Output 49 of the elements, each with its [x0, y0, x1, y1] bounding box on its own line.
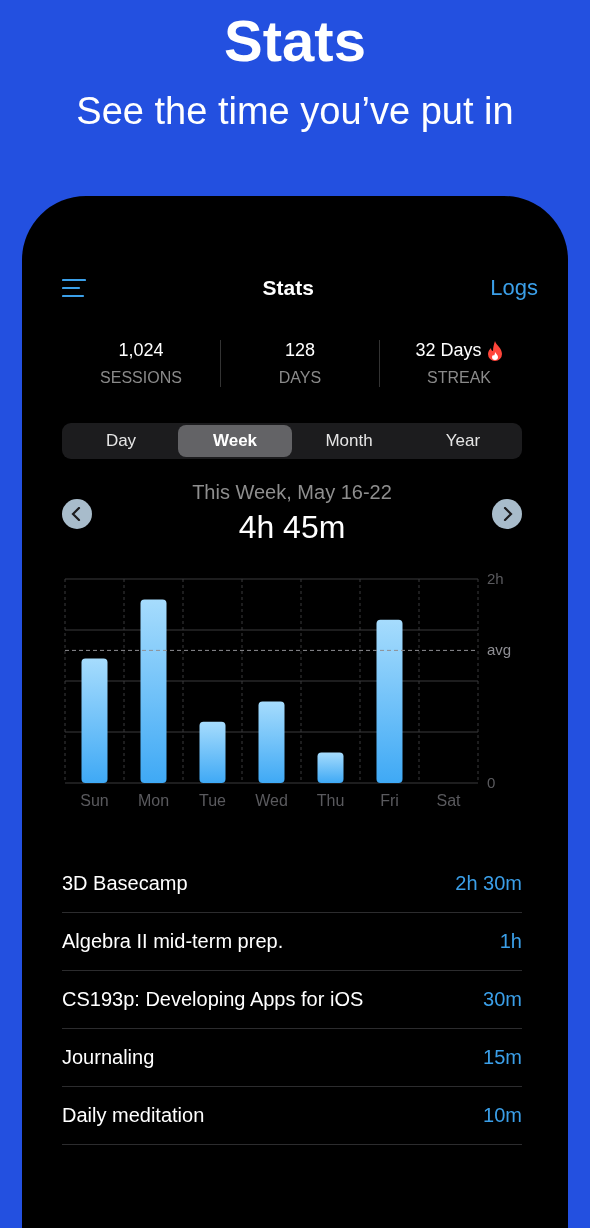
day-label: Thu	[316, 792, 345, 809]
project-name: 3D Basecamp	[62, 872, 188, 895]
period-tab[interactable]: Day	[64, 425, 178, 457]
day-label: Sat	[436, 792, 461, 809]
project-time: 15m	[483, 1046, 522, 1069]
flame-icon	[486, 340, 503, 361]
project-row[interactable]: Journaling 15m	[62, 1029, 522, 1087]
previous-button[interactable]	[62, 499, 92, 529]
chevron-right-icon	[501, 507, 513, 521]
headline-subtitle: See the time you’ve put in	[76, 89, 514, 134]
nav-title: Stats	[262, 276, 314, 300]
stat-value: 128	[284, 340, 315, 361]
period-label: This Week, May 16-22	[192, 480, 392, 505]
headline-title: Stats	[224, 8, 366, 74]
project-time: 10m	[483, 1104, 522, 1127]
project-time: 2h 30m	[455, 872, 522, 895]
axis-tick-label: 0	[487, 774, 496, 791]
stat-label: DAYS	[278, 369, 322, 387]
average-label: avg	[487, 641, 512, 659]
project-time: 1h	[499, 930, 522, 953]
bar	[317, 752, 344, 783]
period-tab[interactable]: Year	[406, 425, 520, 457]
project-name: Daily meditation	[62, 1104, 205, 1127]
axis-tick-label: 2h	[487, 571, 504, 587]
menu-icon[interactable]	[62, 278, 86, 298]
stat-value: 1,024	[118, 340, 164, 361]
period-tab[interactable]: Week	[178, 425, 292, 457]
day-label: Wed	[255, 792, 288, 809]
chevron-left-icon	[71, 507, 83, 521]
project-name: Algebra II mid-term prep.	[62, 930, 284, 953]
stat-label: SESSIONS	[100, 369, 182, 387]
logs-link[interactable]: Logs	[490, 275, 538, 301]
project-row[interactable]: Algebra II mid-term prep. 1h	[62, 913, 522, 971]
project-row[interactable]: 3D Basecamp 2h 30m	[62, 855, 522, 913]
bar	[199, 721, 226, 783]
stat-value: 32 Days	[415, 340, 482, 361]
project-name: CS193p: Developing Apps for iOS	[62, 988, 364, 1011]
project-row[interactable]: CS193p: Developing Apps for iOS 30m	[62, 971, 522, 1029]
next-button[interactable]	[492, 499, 522, 529]
day-label: Sun	[80, 792, 109, 809]
project-name: Journaling	[62, 1046, 155, 1069]
total-time: 4h 45m	[238, 508, 346, 547]
period-tab[interactable]: Month	[292, 425, 406, 457]
day-label: Mon	[137, 792, 170, 809]
project-row[interactable]: Daily meditation 10m	[62, 1087, 522, 1145]
day-label: Fri	[380, 792, 399, 809]
stat-label: STREAK	[427, 369, 491, 387]
project-time: 30m	[483, 988, 522, 1011]
day-label: Tue	[199, 792, 226, 809]
